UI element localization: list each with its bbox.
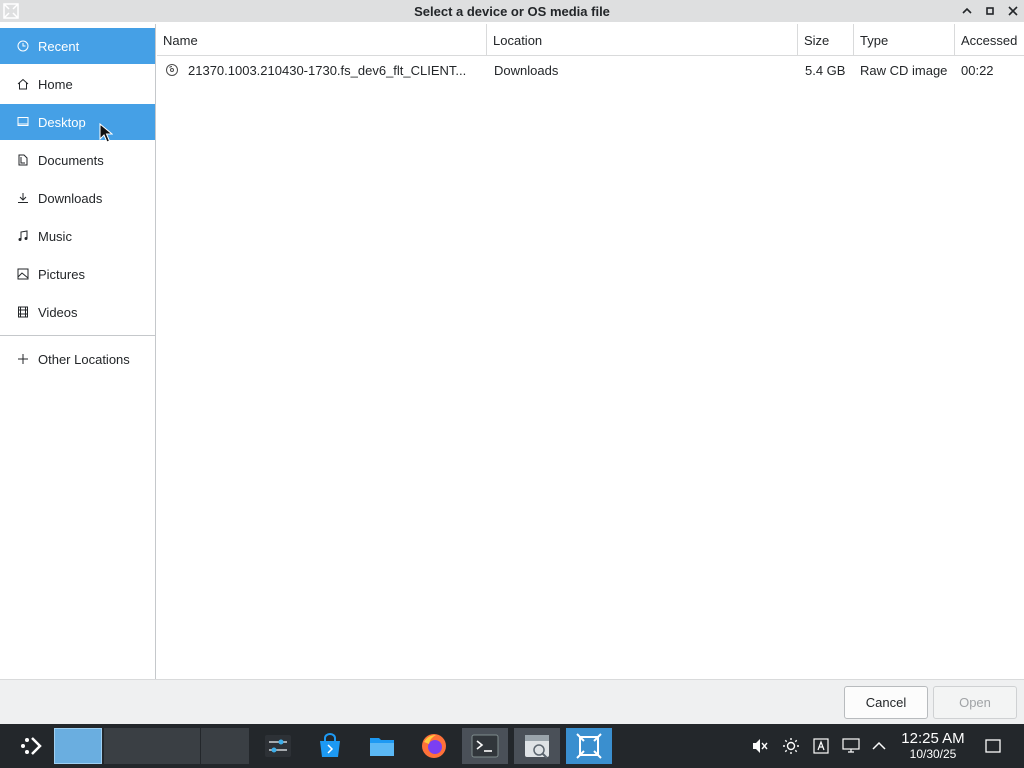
disc-image-icon	[165, 63, 179, 77]
input-method-icon[interactable]	[810, 734, 832, 758]
settings-sliders-icon	[264, 734, 292, 758]
minimize-button[interactable]	[955, 0, 978, 22]
file-manager-button[interactable]	[359, 728, 405, 764]
imager-button[interactable]	[566, 728, 612, 764]
column-header-type[interactable]: Type	[854, 24, 955, 56]
folder-icon	[368, 734, 396, 758]
show-desktop-icon[interactable]	[982, 734, 1004, 758]
mouse-cursor-icon	[99, 123, 113, 143]
sidebar-item-label: Other Locations	[38, 352, 130, 367]
file-name: 21370.1003.210430-1730.fs_dev6_flt_CLIEN…	[188, 63, 466, 78]
clock[interactable]: 12:25 AM 10/30/25	[896, 730, 970, 761]
disk-utility-button[interactable]	[514, 728, 560, 764]
sidebar-item-pictures[interactable]: Pictures	[0, 256, 155, 292]
sidebar-item-label: Pictures	[38, 267, 85, 282]
file-size: 5.4 GB	[798, 57, 854, 83]
sidebar-item-downloads[interactable]: Downloads	[0, 180, 155, 216]
file-list-header: Name Location Size Type Accessed	[157, 24, 1024, 56]
dialog-footer: Cancel Open	[0, 679, 1024, 724]
clock-time: 12:25 AM	[896, 730, 970, 747]
volume-muted-icon[interactable]	[749, 734, 771, 758]
column-header-accessed[interactable]: Accessed	[955, 24, 1024, 56]
clock-date: 10/30/25	[896, 747, 970, 761]
pictures-icon	[16, 267, 30, 281]
column-header-location[interactable]: Location	[487, 24, 798, 56]
terminal-icon	[471, 734, 499, 758]
sidebar-item-label: Music	[38, 229, 72, 244]
sidebar-item-label: Videos	[38, 305, 78, 320]
virtual-desktop-2[interactable]	[104, 728, 152, 764]
imager-app-icon	[575, 732, 603, 760]
file-type: Raw CD image	[854, 57, 955, 83]
file-name-cell: 21370.1003.210430-1730.fs_dev6_flt_CLIEN…	[157, 57, 487, 83]
desktop-icon	[16, 115, 30, 129]
sidebar-item-recent[interactable]: Recent	[0, 28, 155, 64]
firefox-icon	[420, 732, 448, 760]
disk-utility-icon	[523, 733, 551, 759]
expand-tray-icon[interactable]	[868, 734, 890, 758]
terminal-button[interactable]	[462, 728, 508, 764]
window-title: Select a device or OS media file	[414, 4, 610, 19]
virtual-desktop-1[interactable]	[54, 728, 102, 764]
sidebar-item-label: Documents	[38, 153, 104, 168]
app-icon	[2, 2, 20, 20]
sidebar-item-home[interactable]: Home	[0, 66, 155, 102]
taskbar: 12:25 AM 10/30/25	[0, 724, 1024, 768]
cancel-button[interactable]: Cancel	[844, 686, 928, 719]
chevron-up-icon	[962, 6, 972, 16]
brightness-icon[interactable]	[780, 734, 802, 758]
close-button[interactable]	[1001, 0, 1024, 22]
home-icon	[16, 77, 30, 91]
virtual-desktop-4[interactable]	[201, 728, 249, 764]
places-sidebar: Recent Home Desktop Documents Downloads …	[0, 24, 156, 679]
open-button[interactable]: Open	[933, 686, 1017, 719]
documents-icon	[16, 153, 30, 167]
maximize-button[interactable]	[978, 0, 1001, 22]
column-header-size[interactable]: Size	[798, 24, 854, 56]
sidebar-item-music[interactable]: Music	[0, 218, 155, 254]
sidebar-item-other-locations[interactable]: Other Locations	[0, 341, 155, 377]
video-icon	[16, 305, 30, 319]
settings-app-button[interactable]	[255, 728, 301, 764]
column-header-name[interactable]: Name	[157, 24, 487, 56]
sidebar-item-videos[interactable]: Videos	[0, 294, 155, 330]
file-location: Downloads	[487, 57, 798, 83]
music-icon	[16, 229, 30, 243]
firefox-button[interactable]	[411, 728, 457, 764]
maximize-icon	[985, 6, 995, 16]
store-bag-icon	[317, 733, 343, 759]
network-icon[interactable]	[840, 734, 862, 758]
table-row[interactable]: 21370.1003.210430-1730.fs_dev6_flt_CLIEN…	[157, 57, 1024, 83]
discover-store-button[interactable]	[307, 728, 353, 764]
sidebar-item-desktop[interactable]: Desktop	[0, 104, 155, 140]
sidebar-item-label: Desktop	[38, 115, 86, 130]
file-list: Name Location Size Type Accessed 21370.1…	[157, 24, 1024, 679]
sidebar-item-label: Downloads	[38, 191, 102, 206]
sidebar-item-label: Home	[38, 77, 73, 92]
sidebar-item-label: Recent	[38, 39, 79, 54]
file-accessed: 00:22	[955, 57, 1024, 83]
sidebar-divider	[0, 335, 155, 336]
download-icon	[16, 191, 30, 205]
app-launcher-icon[interactable]	[18, 734, 46, 758]
plus-icon	[16, 352, 30, 366]
close-icon	[1008, 6, 1018, 16]
sidebar-item-documents[interactable]: Documents	[0, 142, 155, 178]
virtual-desktop-3[interactable]	[152, 728, 200, 764]
title-bar: Select a device or OS media file	[0, 0, 1024, 22]
clock-icon	[16, 39, 30, 53]
